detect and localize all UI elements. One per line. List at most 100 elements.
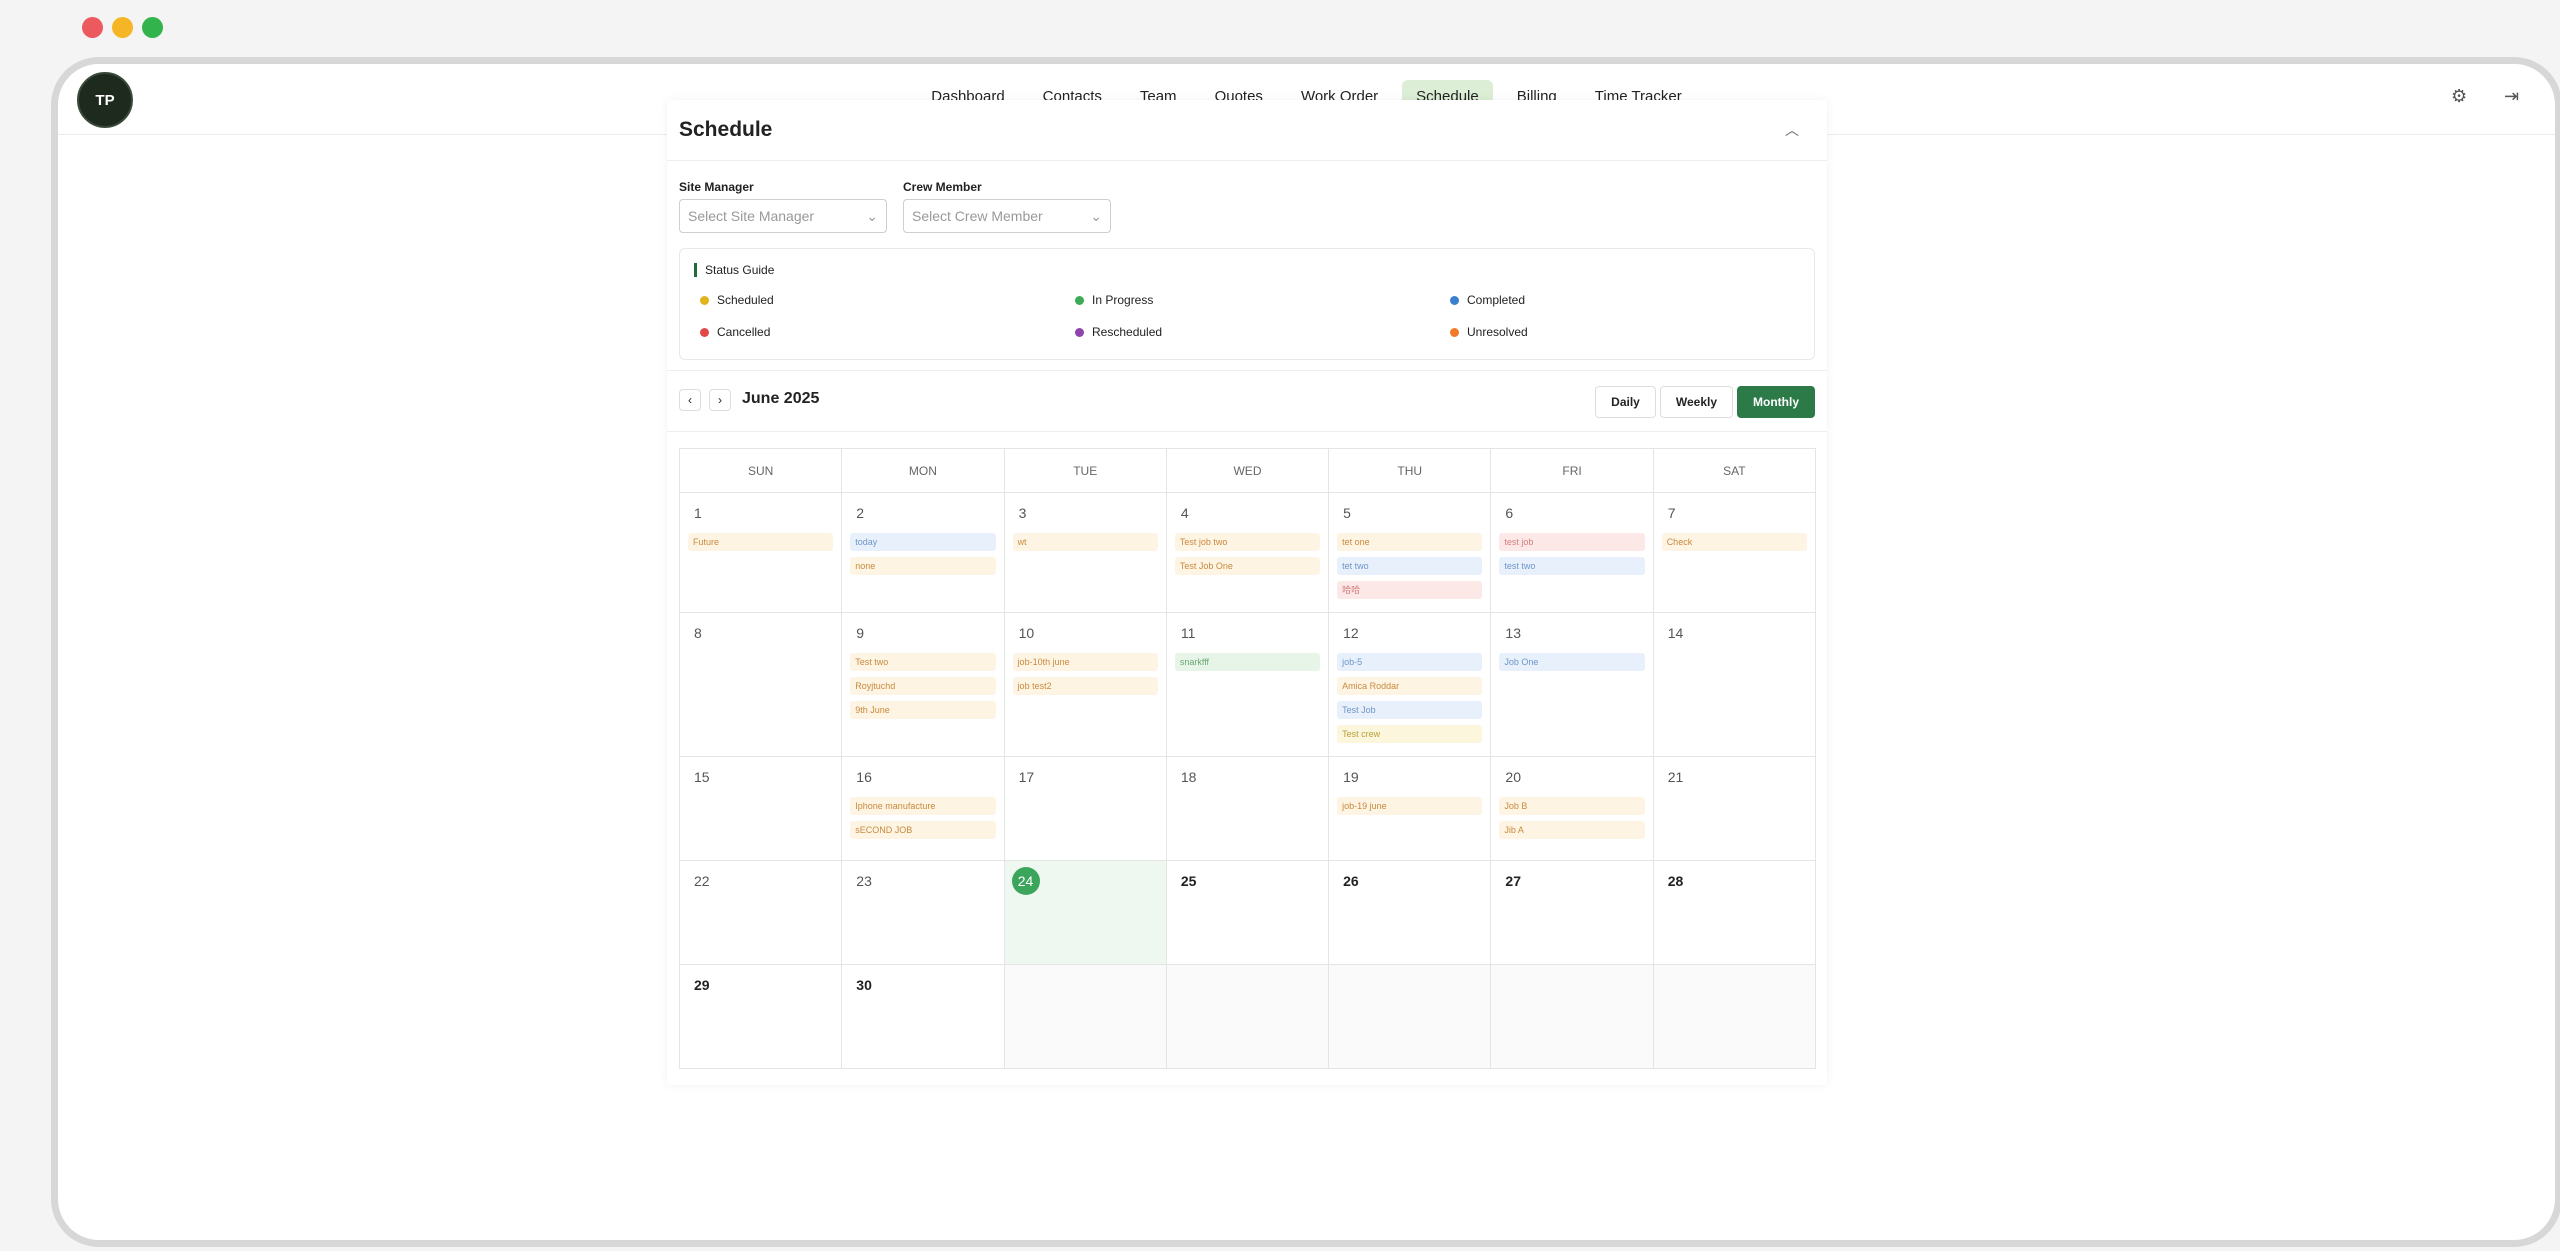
calendar-event[interactable]: none [850, 557, 996, 575]
day-events: snarkfff [1174, 653, 1321, 677]
calendar-day-2[interactable]: 2 today none [842, 493, 1005, 613]
calendar-event[interactable]: tet two [1337, 557, 1483, 575]
day-number: 16 [856, 769, 872, 785]
view-monthly-button[interactable]: Monthly [1737, 386, 1815, 418]
logout-icon[interactable]: ⇥ [2504, 86, 2519, 107]
day-number: 18 [1180, 769, 1197, 785]
status-dot [1450, 327, 1459, 337]
calendar-week: 1 Future 2 today none 3 wt 4 Test job two Test Jo… [680, 493, 1816, 613]
today-marker: 24 [1011, 867, 1040, 895]
status-label: In Progress [1092, 293, 1154, 307]
calendar-day-30[interactable]: 30 [842, 965, 1005, 1069]
calendar-event[interactable]: Royjtuchd [850, 677, 996, 695]
calendar-day-26[interactable]: 26 [1329, 861, 1492, 965]
status-guide: Status Guide Scheduled In Progress Complet… [679, 248, 1815, 360]
calendar-day-20[interactable]: 20 Job B Jib A [1491, 757, 1654, 861]
day-events: job-5 Amica Roddar Test Job Test crew [1337, 653, 1483, 749]
calendar-event[interactable]: wt [1012, 533, 1158, 551]
calendar-event[interactable]: test job [1499, 533, 1645, 551]
calendar-day-3[interactable]: 3 wt [1004, 493, 1167, 613]
calendar-day-28[interactable]: 28 [1653, 861, 1816, 965]
day-number: 11 [1180, 625, 1196, 641]
calendar-day-25[interactable]: 25 [1166, 861, 1330, 965]
day-events: Check [1661, 533, 1807, 557]
day-number: 5 [1343, 505, 1351, 521]
window-minimize-button[interactable] [112, 17, 133, 38]
day-number: 14 [1667, 625, 1684, 641]
calendar-grid: SUN MON TUE WED THU FRI SAT 1 Future 2 today none 3 w… [679, 448, 1816, 1069]
view-daily-button[interactable]: Daily [1595, 386, 1656, 418]
calendar-day-1[interactable]: 1 Future [680, 493, 843, 613]
calendar-event[interactable]: Job One [1499, 653, 1645, 671]
calendar-event[interactable]: job-10th june [1012, 653, 1158, 671]
calendar-event[interactable]: today [850, 533, 996, 551]
day-number: 29 [694, 977, 710, 993]
calendar-day-12[interactable]: 12 job-5 Amica Roddar Test Job Test crew [1329, 613, 1492, 757]
day-number: 27 [1505, 873, 1521, 889]
calendar-day-21[interactable]: 21 [1653, 757, 1816, 861]
calendar-event[interactable]: snarkfff [1174, 653, 1321, 671]
calendar-event[interactable]: Test Job [1337, 701, 1483, 719]
calendar-day-10[interactable]: 10 job-10th june job test2 [1004, 613, 1167, 757]
calendar-event[interactable]: Job B [1499, 797, 1645, 815]
calendar-event[interactable]: Test Job One [1174, 557, 1321, 575]
day-number: 7 [1667, 505, 1676, 521]
calendar-day-6[interactable]: 6 test job test two [1491, 493, 1654, 613]
calendar-event[interactable]: test two [1499, 557, 1645, 575]
calendar-day-11[interactable]: 11 snarkfff [1166, 613, 1330, 757]
day-number: 15 [694, 769, 710, 785]
calendar-event[interactable]: job test2 [1012, 677, 1158, 695]
gear-icon[interactable]: ⚙ [2451, 86, 2467, 107]
calendar-day-17[interactable]: 17 [1004, 757, 1167, 861]
card-header: Schedule ︿ [667, 100, 1827, 161]
weekday-fri: FRI [1491, 449, 1654, 493]
collapse-chevron-icon[interactable]: ︿ [1785, 120, 1799, 140]
prev-month-button[interactable]: ‹ [679, 389, 701, 411]
calendar-event[interactable]: Check [1661, 533, 1807, 551]
calendar-day-19[interactable]: 19 job-19 june [1329, 757, 1492, 861]
calendar-day-15[interactable]: 15 [680, 757, 843, 861]
window-maximize-button[interactable] [142, 17, 163, 38]
day-number: 8 [694, 625, 702, 641]
calendar-event[interactable]: Jib A [1499, 821, 1645, 839]
calendar-day-8[interactable]: 8 [680, 613, 843, 757]
calendar-day-18[interactable]: 18 [1166, 757, 1330, 861]
calendar-event[interactable]: job-19 june [1337, 797, 1483, 815]
site-manager-select[interactable]: Select Site Manager ⌄ [679, 199, 887, 233]
calendar-day-14[interactable]: 14 [1653, 613, 1816, 757]
calendar-day-4[interactable]: 4 Test job two Test Job One [1166, 493, 1330, 613]
view-weekly-button[interactable]: Weekly [1659, 386, 1733, 418]
day-number: 21 [1667, 769, 1684, 785]
calendar-day-22[interactable]: 22 [680, 861, 843, 965]
calendar-event[interactable]: Test job two [1174, 533, 1321, 551]
calendar-event[interactable]: job-5 [1337, 653, 1483, 671]
weekday-sun: SUN [680, 449, 843, 493]
calendar-event[interactable]: 哈哈 [1337, 581, 1483, 599]
calendar-event[interactable]: Iphone manufacture [850, 797, 996, 815]
calendar-event[interactable]: Amica Roddar [1337, 677, 1483, 695]
crew-member-select[interactable]: Select Crew Member ⌄ [903, 199, 1111, 233]
calendar-event[interactable]: tet one [1337, 533, 1483, 551]
next-month-button[interactable]: › [709, 389, 731, 411]
status-dot [1450, 295, 1459, 305]
calendar-event[interactable]: Future [688, 533, 834, 551]
calendar-event[interactable]: Test crew [1337, 725, 1483, 743]
status-guide-title: Status Guide [694, 263, 774, 277]
calendar-day-23[interactable]: 23 [842, 861, 1005, 965]
status-rescheduled: Rescheduled [1075, 325, 1162, 339]
calendar-day-16[interactable]: 16 Iphone manufacture sECOND JOB [842, 757, 1005, 861]
calendar-day-9[interactable]: 9 Test two Royjtuchd 9th June [842, 613, 1005, 757]
calendar-event[interactable]: 9th June [850, 701, 996, 719]
view-switcher: Daily Weekly Monthly [1595, 386, 1815, 418]
calendar-day-7[interactable]: 7 Check [1653, 493, 1816, 613]
calendar-event[interactable]: Test two [850, 653, 996, 671]
calendar-day-29[interactable]: 29 [680, 965, 843, 1069]
calendar-day-24[interactable]: 24 [1004, 861, 1167, 965]
calendar-day-27[interactable]: 27 [1491, 861, 1654, 965]
day-number: 10 [1018, 625, 1035, 641]
window-close-button[interactable] [82, 17, 103, 38]
calendar-event[interactable]: sECOND JOB [850, 821, 996, 839]
calendar-day-13[interactable]: 13 Job One [1491, 613, 1654, 757]
calendar-day-5[interactable]: 5 tet one tet two 哈哈 [1329, 493, 1492, 613]
crew-member-label: Crew Member [903, 180, 982, 194]
